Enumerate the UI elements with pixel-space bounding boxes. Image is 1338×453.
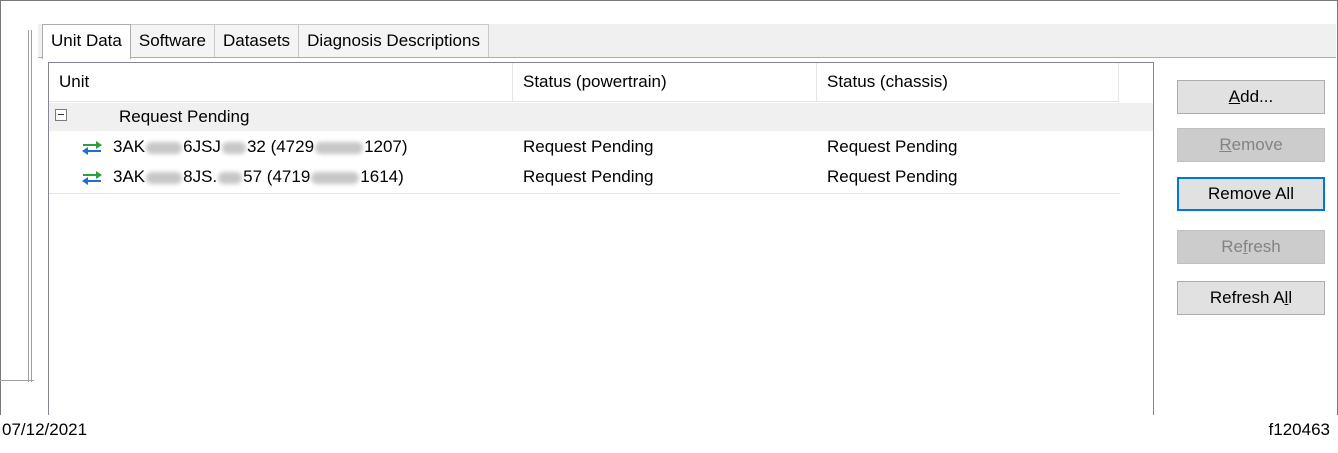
refresh-all-button[interactable]: Refresh All <box>1177 281 1325 315</box>
collapse-icon[interactable] <box>55 109 67 121</box>
unit-list[interactable]: Unit Status (powertrain) Status (chassis… <box>48 62 1154 415</box>
remove-accelerator: R <box>1219 135 1232 154</box>
refresh-label-post: resh <box>1247 237 1281 256</box>
remove-button[interactable]: Remove <box>1177 128 1325 162</box>
status-chassis: Request Pending <box>827 167 958 186</box>
splitter-bar[interactable] <box>28 30 32 382</box>
unit-id-suffix: 1614) <box>360 167 404 186</box>
redacted-text <box>315 141 364 154</box>
redacted-text <box>218 171 243 184</box>
column-header-status-chassis[interactable]: Status (chassis) <box>817 63 1119 101</box>
footer-figure-id: f120463 <box>1268 420 1330 439</box>
tab-bar: Unit Data Software Datasets Diagnosis De… <box>42 24 489 59</box>
unit-identifier: 3AK 6JSJ 32 (4729 1207) <box>113 133 408 161</box>
refresh-button[interactable]: Refresh <box>1177 230 1325 264</box>
list-item[interactable]: 3AK 8JS. 57 (4719 1614) Request Pending Req… <box>49 163 1153 191</box>
redacted-text <box>311 171 360 184</box>
redacted-text <box>221 141 246 154</box>
unit-id-suffix: 1207) <box>364 137 408 156</box>
list-header: Unit Status (powertrain) Status (chassis… <box>49 63 1119 102</box>
unit-id-part: 8JS. <box>183 167 218 186</box>
status-powertrain: Request Pending <box>523 137 654 156</box>
add-label-post: dd... <box>1240 87 1274 106</box>
transfer-arrows-icon <box>82 141 102 155</box>
unit-identifier: 3AK 8JS. 57 (4719 1614) <box>113 163 404 191</box>
add-button[interactable]: Add... <box>1177 80 1325 114</box>
list-item[interactable]: 3AK 6JSJ 32 (4729 1207) Request Pending Req… <box>49 133 1153 161</box>
tab-diagnosis-descriptions[interactable]: Diagnosis Descriptions <box>298 24 489 57</box>
group-header-row[interactable]: Request Pending <box>49 103 1153 131</box>
remove-label-post: emove <box>1231 135 1283 154</box>
redacted-text <box>146 141 183 154</box>
tab-unit-data[interactable]: Unit Data <box>42 24 131 59</box>
unit-id-part: 6JSJ <box>183 137 221 156</box>
status-powertrain: Request Pending <box>523 167 654 186</box>
remove-all-button[interactable]: Remove All <box>1177 177 1325 211</box>
unit-id-part: 32 (4729 <box>246 137 315 156</box>
add-accelerator: A <box>1228 87 1241 106</box>
tab-software[interactable]: Software <box>129 24 215 57</box>
redacted-text <box>146 171 183 184</box>
refresh-all-label-post: l <box>1288 288 1293 307</box>
unit-id-prefix: 3AK <box>113 167 146 186</box>
column-header-status-powertrain[interactable]: Status (powertrain) <box>513 63 817 101</box>
footer-date: 07/12/2021 <box>2 420 88 439</box>
column-header-unit[interactable]: Unit <box>49 63 513 101</box>
unit-id-part: 57 (4719 <box>243 167 311 186</box>
unit-id-prefix: 3AK <box>113 137 146 156</box>
refresh-label-pre: Re <box>1221 237 1243 256</box>
group-label: Request Pending <box>119 107 250 126</box>
row-divider <box>49 193 1119 194</box>
tab-datasets[interactable]: Datasets <box>213 24 300 57</box>
splitter-stub <box>0 380 34 381</box>
transfer-arrows-icon <box>82 171 102 185</box>
status-chassis: Request Pending <box>827 137 958 156</box>
refresh-all-label-pre: Refresh A <box>1209 288 1285 307</box>
